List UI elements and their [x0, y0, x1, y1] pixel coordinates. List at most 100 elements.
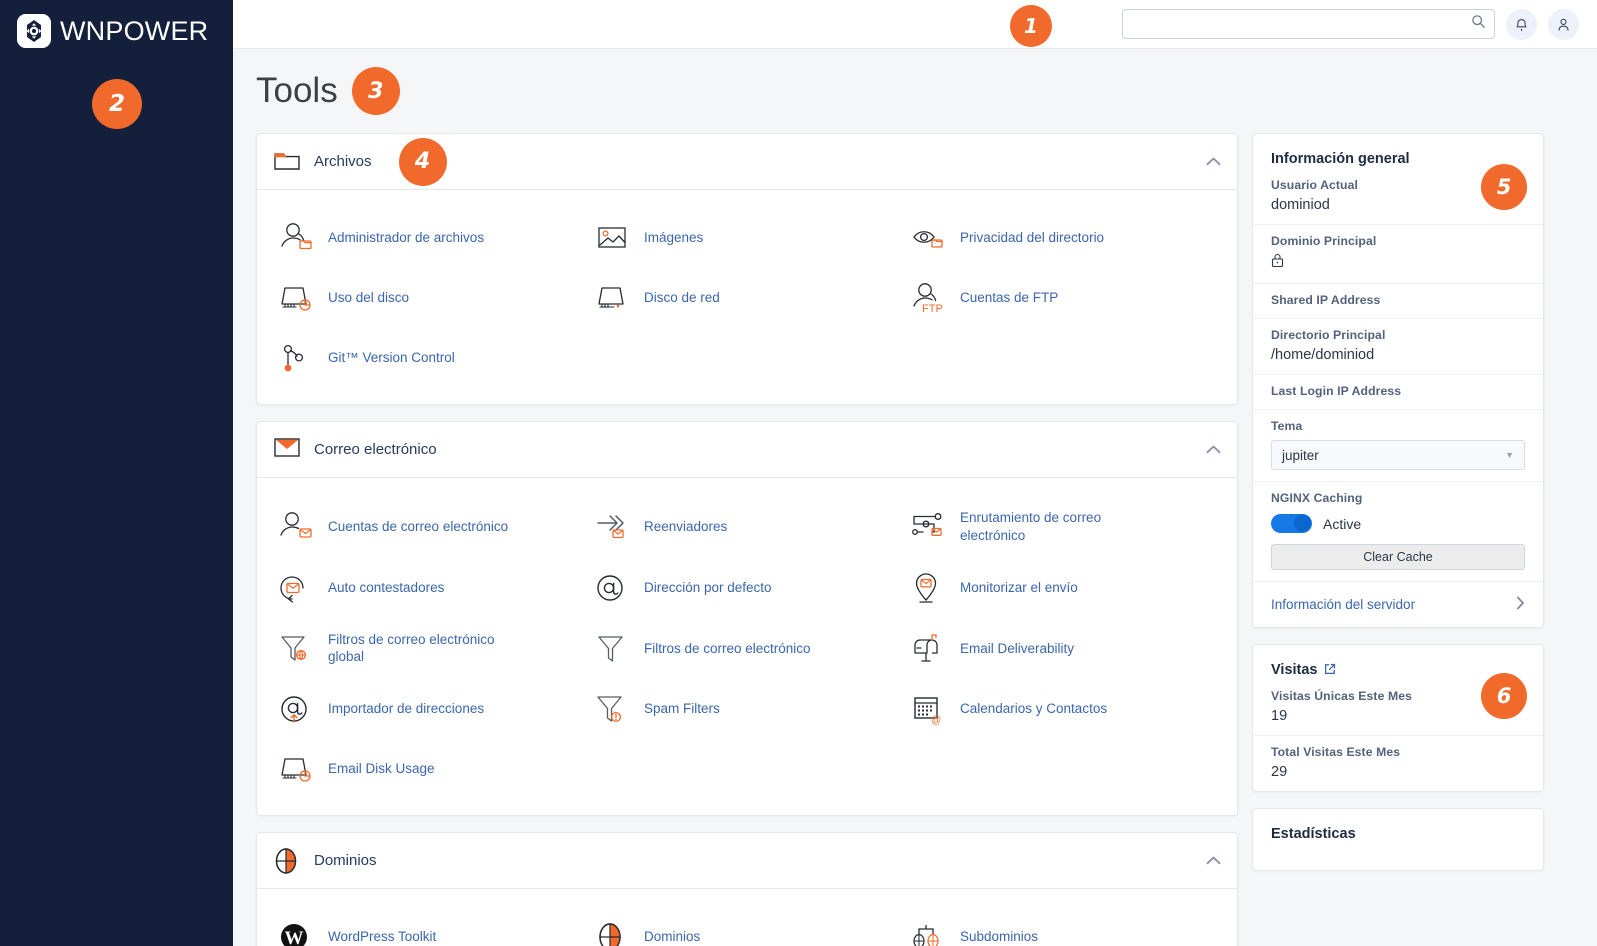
- tools-column: Archivos 4 Administrador de archivos Imá…: [256, 133, 1238, 946]
- annotation-badge-1: 1: [1010, 5, 1052, 47]
- default-address-icon: [595, 571, 631, 605]
- section-dominios: Dominios W WordPress Toolkit Dominios Su…: [256, 832, 1238, 946]
- tool-git-version-control[interactable]: Git™ Version Control: [273, 332, 589, 384]
- web-disk-icon: [595, 281, 631, 315]
- tool-disco-de-red[interactable]: Disco de red: [589, 272, 905, 324]
- last-login-label: Last Login IP Address: [1271, 384, 1402, 398]
- global-email-filters-icon: [279, 631, 315, 665]
- search-icon[interactable]: [1471, 14, 1486, 34]
- search-box[interactable]: [1122, 9, 1495, 39]
- row-last-login-ip: Last Login IP Address: [1253, 375, 1543, 410]
- tool-label: Dominios: [644, 929, 701, 945]
- annotation-badge-4: 4: [398, 137, 447, 186]
- section-correo-electronico: Correo electrónico Cuentas de correo ele…: [256, 421, 1238, 817]
- nginx-toggle-row: Active: [1271, 514, 1525, 533]
- subdomains-icon: [911, 920, 947, 946]
- svg-text:FTP: FTP: [922, 303, 943, 315]
- tool-label: Git™ Version Control: [328, 350, 455, 366]
- section-dominios-body: W WordPress Toolkit Dominios Subdominios: [257, 889, 1237, 946]
- tool-dominios[interactable]: Dominios: [589, 911, 905, 946]
- svg-text:W: W: [285, 928, 304, 946]
- tool-cuentas-de-correo-electronico[interactable]: Cuentas de correo electrónico: [273, 500, 589, 554]
- section-archivos-header[interactable]: Archivos 4: [257, 134, 1237, 190]
- tool-uso-del-disco[interactable]: Uso del disco: [273, 272, 589, 324]
- tool-enrutamiento-de-correo-electronico[interactable]: Enrutamiento de correo electrónico: [905, 500, 1221, 554]
- row-theme: Tema jupiter ▼: [1253, 410, 1543, 482]
- clear-cache-button[interactable]: Clear Cache: [1271, 544, 1525, 570]
- annotation-badge-2: 2: [92, 79, 142, 129]
- theme-select[interactable]: jupiter ▼: [1271, 440, 1525, 470]
- visits-title-text: Visitas: [1271, 662, 1318, 678]
- wordpress-icon: W: [279, 920, 315, 946]
- tool-label: Enrutamiento de correo electrónico: [960, 510, 1102, 543]
- info-column: Información general 5 Usuario Actual dom…: [1252, 133, 1544, 887]
- email-routing-icon: [911, 510, 947, 544]
- globe-icon: [273, 847, 301, 875]
- section-correo-title: Correo electrónico: [314, 441, 437, 458]
- home-directory-value: /home/dominiod: [1271, 347, 1375, 363]
- tool-reenviadores[interactable]: Reenviadores: [589, 500, 905, 554]
- section-dominios-header[interactable]: Dominios: [257, 833, 1237, 890]
- tool-monitorizar-el-envio[interactable]: Monitorizar el envío: [905, 562, 1221, 614]
- theme-label: Tema: [1271, 419, 1303, 433]
- section-correo-header[interactable]: Correo electrónico: [257, 422, 1237, 478]
- server-info-link[interactable]: Información del servidor: [1253, 582, 1543, 627]
- chevron-up-icon[interactable]: [1206, 442, 1221, 457]
- total-visits-label: Total Visitas Este Mes: [1271, 745, 1401, 759]
- tool-administrador-de-archivos[interactable]: Administrador de archivos: [273, 212, 589, 264]
- lock-icon: [1271, 253, 1525, 272]
- search-input[interactable]: [1131, 16, 1471, 32]
- tool-importador-de-direcciones[interactable]: Importador de direcciones: [273, 683, 589, 735]
- chevron-up-icon[interactable]: [1206, 853, 1221, 868]
- tool-imagenes[interactable]: Imágenes: [589, 212, 905, 264]
- tool-label: Disco de red: [644, 290, 720, 306]
- section-archivos-body: Administrador de archivos Imágenes Priva…: [257, 190, 1237, 404]
- page-title: Tools: [256, 71, 338, 110]
- tool-privacidad-del-directorio[interactable]: Privacidad del directorio: [905, 212, 1221, 264]
- disk-usage-icon: [279, 281, 315, 315]
- tool-calendarios-y-contactos[interactable]: @ Calendarios y Contactos: [905, 683, 1221, 735]
- nginx-toggle[interactable]: [1271, 514, 1312, 533]
- tool-email-disk-usage[interactable]: Email Disk Usage: [273, 743, 589, 795]
- tool-auto-contestadores[interactable]: Auto contestadores: [273, 562, 589, 614]
- brand-logo[interactable]: WNPOWER: [0, 0, 233, 48]
- tool-cuentas-de-ftp[interactable]: FTP Cuentas de FTP: [905, 272, 1221, 324]
- row-home-directory: Directorio Principal /home/dominiod: [1253, 319, 1543, 375]
- panel-general-info: Información general 5 Usuario Actual dom…: [1252, 133, 1544, 628]
- tool-label: Reenviadores: [644, 518, 728, 534]
- chevron-right-icon: [1516, 596, 1525, 613]
- domains-icon: [595, 920, 631, 946]
- tool-label: Calendarios y Contactos: [960, 701, 1108, 717]
- account-button[interactable]: [1548, 8, 1579, 40]
- file-manager-icon: [279, 221, 315, 255]
- content-columns: Archivos 4 Administrador de archivos Imá…: [256, 133, 1579, 946]
- tool-label: Imágenes: [644, 230, 704, 246]
- page-content: Tools 3 Archivos 4 Administrador de arch…: [233, 49, 1597, 946]
- tool-label: Cuentas de FTP: [960, 290, 1059, 306]
- chevron-up-icon[interactable]: [1206, 154, 1221, 169]
- external-link-icon[interactable]: [1324, 663, 1336, 678]
- svg-text:@: @: [931, 715, 941, 726]
- tool-filtros-de-correo-electronico-global[interactable]: Filtros de correo electrónico global: [273, 622, 589, 676]
- primary-domain-label: Dominio Principal: [1271, 234, 1377, 248]
- tool-spam-filters[interactable]: Spam Filters: [589, 683, 905, 735]
- ftp-accounts-icon: FTP: [911, 281, 947, 315]
- email-filters-icon: [595, 631, 631, 665]
- notifications-button[interactable]: [1506, 8, 1537, 40]
- email-deliverability-icon: [911, 631, 947, 665]
- tool-subdominios[interactable]: Subdominios: [905, 911, 1221, 946]
- tool-label: Spam Filters: [644, 701, 720, 717]
- app-root: WNPOWER 2 1 Tools 3 Archivos 4 Administr…: [0, 0, 1597, 946]
- tool-email-deliverability[interactable]: Email Deliverability: [905, 622, 1221, 676]
- stats-title: Estadísticas: [1271, 826, 1356, 842]
- topbar: 1: [233, 0, 1597, 49]
- tool-label: Importador de direcciones: [328, 701, 485, 717]
- envelope-icon: [273, 436, 301, 464]
- tool-label: Privacidad del directorio: [960, 230, 1105, 246]
- total-visits-value: 29: [1271, 764, 1288, 780]
- nginx-state-label: Active: [1323, 515, 1362, 532]
- tool-filtros-de-correo-electronico[interactable]: Filtros de correo electrónico: [589, 622, 905, 676]
- tool-wordpress-toolkit[interactable]: W WordPress Toolkit: [273, 911, 589, 946]
- row-nginx-caching: NGINX Caching Active Clear Cache: [1253, 482, 1543, 582]
- tool-direccion-por-defecto[interactable]: Dirección por defecto: [589, 562, 905, 614]
